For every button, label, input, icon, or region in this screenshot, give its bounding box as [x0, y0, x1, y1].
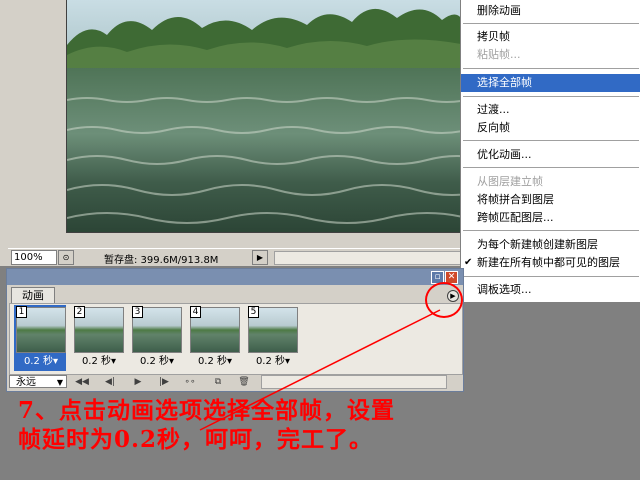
frame-number: 5	[248, 306, 259, 318]
frame-number: 2	[74, 306, 85, 318]
instruction-caption: 7、点击动画选项选择全部帧，设置 帧延时为0.2秒，呵呵，完工了。	[18, 396, 558, 454]
caption-line-2: 帧延时为0.2秒，呵呵，完工了。	[18, 426, 374, 453]
frame-number: 4	[190, 306, 201, 318]
caption-line-1: 7、点击动画选项选择全部帧，设置	[18, 397, 396, 424]
frame-number: 3	[132, 306, 143, 318]
frame-number: 1	[16, 306, 27, 318]
